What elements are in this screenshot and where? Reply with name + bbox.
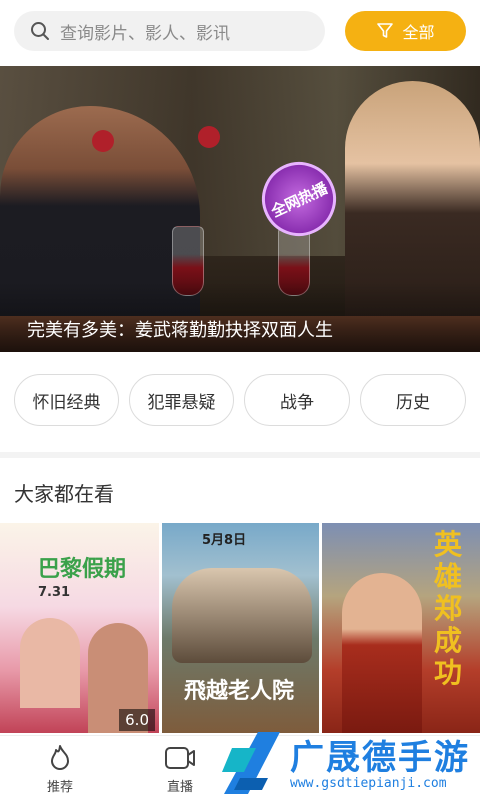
poster-card[interactable]: 5月8日 飛越老人院: [162, 523, 319, 733]
search-input[interactable]: 查询影片、影人、影讯: [60, 19, 230, 44]
poster-date: 5月8日: [202, 533, 247, 548]
nav-recommend[interactable]: 推荐: [0, 736, 120, 801]
watermark-logo-icon: [222, 732, 280, 794]
featured-banner[interactable]: 全网热播 完美有多美：姜武蒋勤勤抉择双面人生: [0, 66, 480, 352]
rating-badge: 6.0: [119, 709, 155, 731]
tag-nostalgic-classic[interactable]: 怀旧经典: [14, 374, 119, 426]
tag-crime-suspense[interactable]: 犯罪悬疑: [129, 374, 234, 426]
search-bar[interactable]: 查询影片、影人、影讯: [14, 11, 325, 51]
nav-live-label: 直播: [166, 780, 193, 795]
poster-card[interactable]: 巴黎假期 7.31 6.0: [0, 523, 159, 733]
popular-posters: 巴黎假期 7.31 6.0 5月8日 飛越老人院 英雄郑成功: [0, 523, 480, 733]
poster-title: 飛越老人院: [184, 679, 295, 704]
flame-icon: [51, 745, 69, 770]
filter-all-label: 全部: [402, 23, 435, 42]
filter-icon: [377, 23, 394, 38]
poster-figure: [342, 573, 422, 733]
nav-recommend-label: 推荐: [46, 780, 73, 795]
poster-figure: [20, 618, 80, 708]
tv-icon: [165, 747, 195, 769]
poster-card[interactable]: 英雄郑成功: [322, 523, 480, 733]
watermark: 广晟德手游 www.gsdtiepianji.com: [218, 728, 480, 800]
poster-title: 巴黎假期: [38, 557, 127, 582]
rose-image: [198, 126, 220, 148]
section-title: 大家都在看: [14, 482, 114, 506]
poster-date: 7.31: [38, 585, 71, 600]
watermark-title: 广晟德手游: [290, 738, 470, 778]
tag-war[interactable]: 战争: [244, 374, 350, 426]
poster-figure: [172, 568, 312, 663]
hot-badge-text: 全网热播: [268, 178, 331, 221]
rose-image: [92, 130, 114, 152]
banner-caption: 完美有多美：姜武蒋勤勤抉择双面人生: [27, 320, 333, 341]
top-bar: 查询影片、影人、影讯 全部: [0, 0, 480, 64]
genre-tags: 怀旧经典 犯罪悬疑 战争 历史: [0, 374, 480, 426]
section-divider: [0, 452, 480, 458]
tag-history[interactable]: 历史: [360, 374, 466, 426]
poster-title: 英雄郑成功: [434, 528, 463, 689]
watermark-url: www.gsdtiepianji.com: [290, 776, 447, 791]
search-icon: [31, 22, 49, 40]
filter-all-button[interactable]: 全部: [345, 11, 466, 51]
